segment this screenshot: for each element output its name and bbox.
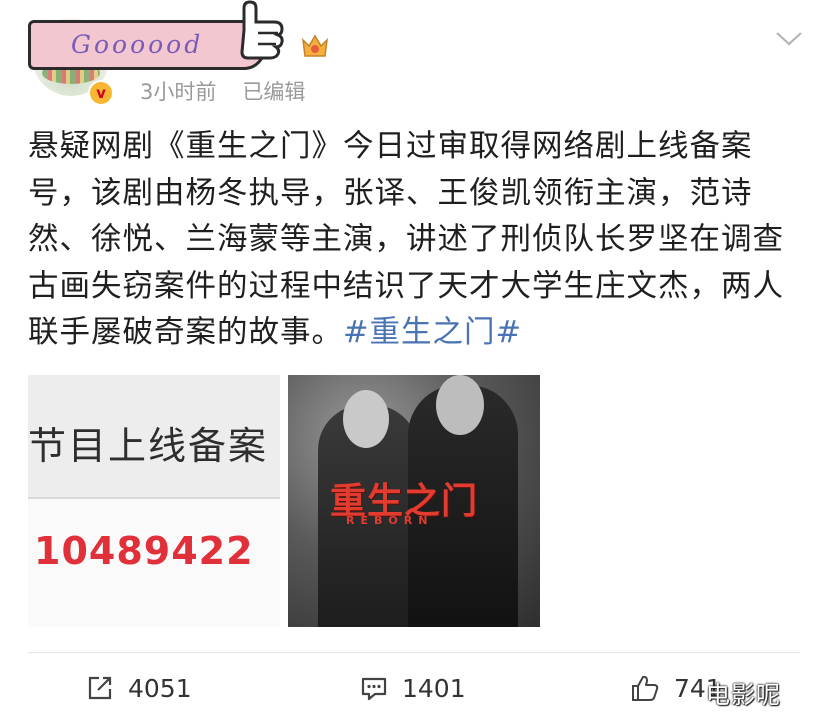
image-1-top-text: 节目上线备案 [28,424,269,468]
post-image-1[interactable]: 节目上线备案 10489422 [28,375,280,627]
repost-count: 4051 [128,673,192,703]
repost-button[interactable]: 4051 [86,668,192,708]
post-header: Goooood v 3小时前 已编辑 [0,0,828,115]
post-body: 悬疑网剧《重生之门》今日过审取得网络剧上线备案号，该剧由杨冬执导，张译、王俊凯领… [28,124,804,357]
action-bar: 4051 1401 741 [0,660,828,716]
badge-text: Goooood [71,30,204,59]
post-meta: 3小时前 已编辑 [140,76,305,106]
thumbs-up-sticker-icon [240,0,284,60]
comment-count: 1401 [402,673,466,703]
verified-badge-icon: v [88,80,114,106]
poster-subtitle: REBORN [346,514,434,527]
poster-face-right [436,375,484,435]
image-1-number: 10489422 [34,529,254,573]
chevron-down-icon[interactable] [774,28,804,48]
user-badge-banner: Goooood [28,20,266,70]
edited-label[interactable]: 已编辑 [242,80,305,104]
post-image-2-poster[interactable]: 重生之门 REBORN [288,375,540,627]
crown-icon[interactable] [300,32,330,60]
repost-icon [88,676,112,700]
actions-divider [28,652,800,653]
comment-button[interactable]: 1401 [360,668,466,708]
thumbs-up-icon [632,675,659,701]
watermark: 电影呢 [706,681,781,709]
hashtag-link[interactable]: #重生之门# [343,315,522,350]
poster-face-left [343,390,389,448]
comment-icon [361,677,387,701]
post-time: 3小时前 [140,80,217,104]
